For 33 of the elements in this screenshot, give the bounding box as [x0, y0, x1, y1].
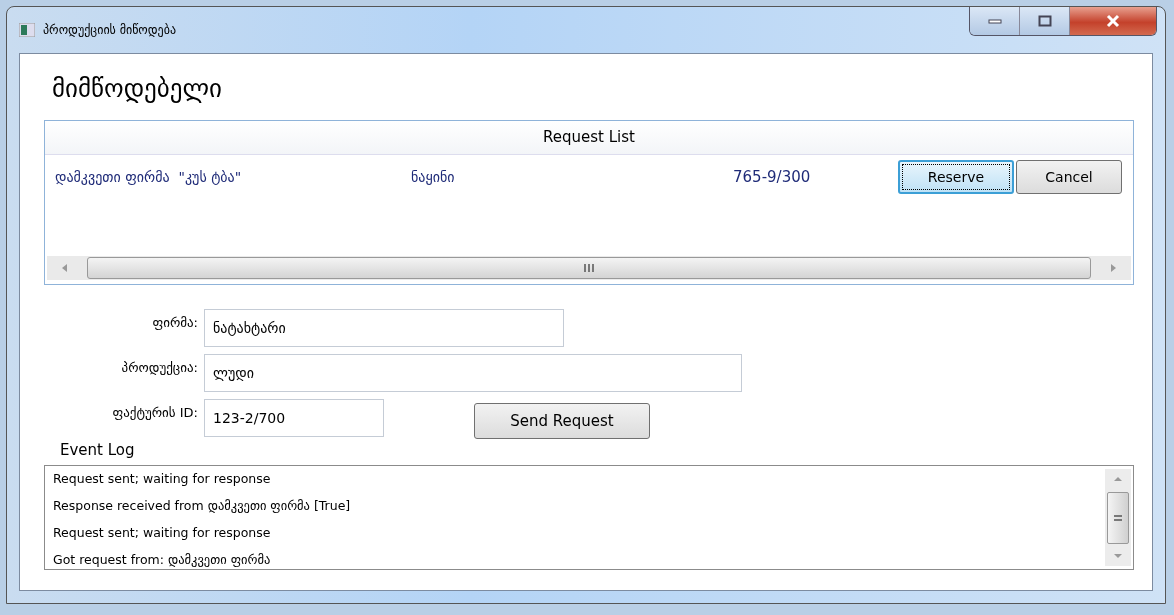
cancel-button[interactable]: Cancel — [1016, 160, 1122, 194]
close-icon — [1105, 14, 1121, 28]
down-arrow-icon — [1113, 552, 1123, 560]
field-label: პროდუქცია: — [120, 359, 198, 375]
input-field[interactable]: ლუდი — [204, 354, 742, 392]
maximize-button[interactable] — [1020, 7, 1070, 35]
right-arrow-icon — [1109, 263, 1117, 273]
field-label: ფაქტურის ID: — [111, 404, 198, 420]
reserve-button[interactable]: Reserve — [898, 160, 1014, 194]
left-arrow-icon — [61, 263, 69, 273]
list-cell-text: ნაყინი — [411, 169, 456, 185]
list-cell-text: დამკვეთი ფირმა "კუს ტბა" — [55, 169, 243, 185]
window-title: პროდუქციის მიწოდება — [43, 23, 176, 37]
grip-icon — [583, 264, 595, 272]
send-request-button[interactable]: Send Request — [474, 403, 650, 439]
log-entry: Response received from დამკვეთი ფირმა [True] — [53, 497, 352, 515]
maximize-icon — [1037, 15, 1052, 27]
log-entry: Got request from: დამკვეთი ფირმა — [53, 551, 272, 569]
app-icon — [19, 23, 35, 37]
horizontal-scrollbar[interactable] — [47, 256, 1131, 280]
log-entry: Request sent; waiting for response — [53, 470, 272, 488]
up-arrow-icon — [1113, 475, 1123, 483]
vertical-scrollbar[interactable] — [1105, 469, 1131, 566]
close-button[interactable] — [1070, 7, 1156, 35]
event-log-label: Event Log — [60, 441, 136, 461]
grip-icon — [1114, 514, 1122, 521]
field-label: ფირმა: — [151, 314, 198, 330]
input-field[interactable]: 123-2/700 — [204, 399, 384, 437]
minimize-icon — [987, 18, 1002, 24]
log-entry: Request sent; waiting for response — [53, 524, 272, 542]
heading: მიმწოდებელი — [52, 74, 223, 105]
list-cell-text: 765-9/300 — [733, 168, 812, 186]
input-field[interactable]: ნატახტარი — [204, 309, 564, 347]
